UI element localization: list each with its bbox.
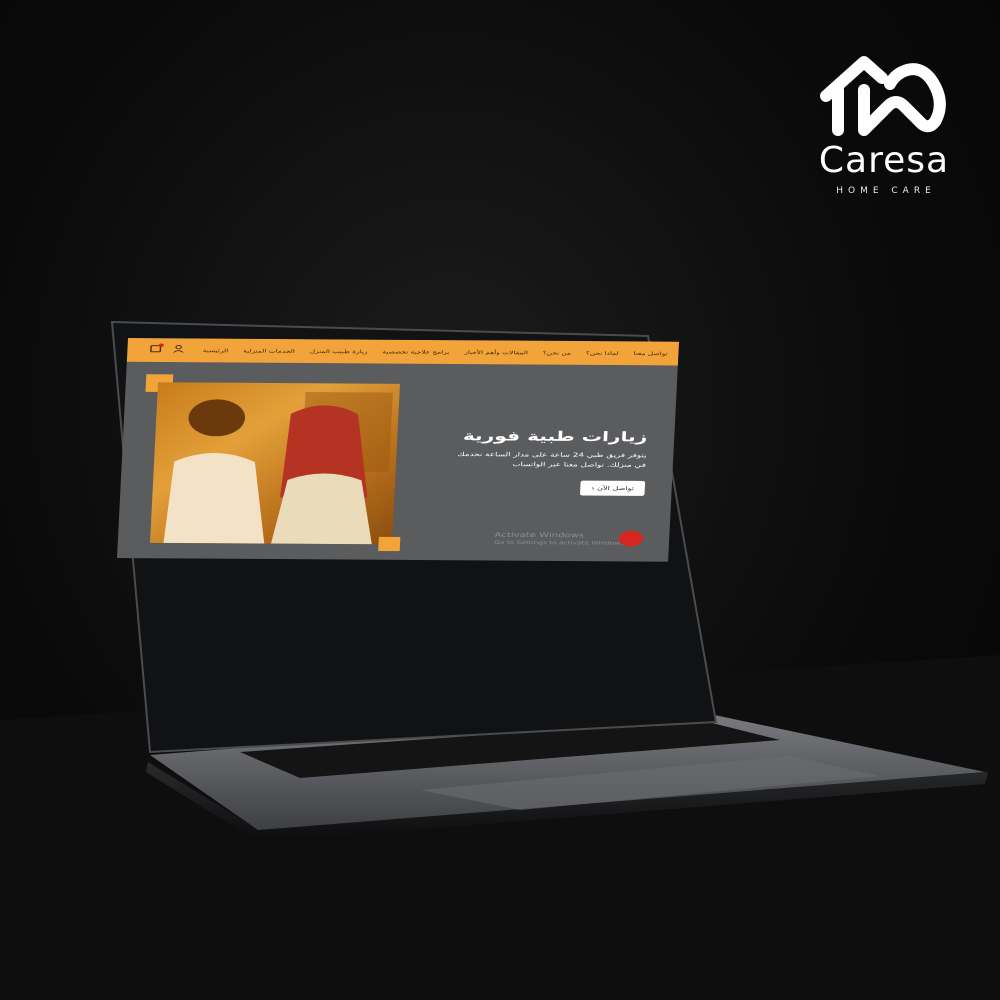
hero-text: زيارات طبية فورية يتوفر فريق طبي 24 ساعة… (443, 428, 648, 496)
nav-item-articles[interactable]: المقالات وأهم الأخبار (464, 349, 528, 355)
nav-item-home[interactable]: الرئيسية (203, 348, 229, 354)
nav-item-home-services[interactable]: الخدمات المنزلية (243, 348, 295, 354)
notification-badge (158, 343, 165, 348)
user-icon[interactable] (173, 345, 184, 353)
hero-image (150, 382, 400, 545)
site-navbar: الرئيسية الخدمات المنزلية زيارة طبيب الم… (126, 338, 680, 366)
nav-item-about[interactable]: من نحن؟ (543, 350, 572, 356)
contact-now-label: تواصل الآن (596, 485, 635, 492)
nav-icons (150, 343, 184, 353)
nav-item-contact[interactable]: تواصل معنا (633, 350, 667, 356)
hero-description: يتوفر فريق طبي 24 ساعة على مدار الساعة ن… (457, 451, 647, 469)
doctor-patient-illustration (163, 392, 393, 545)
nav-menu: الرئيسية الخدمات المنزلية زيارة طبيب الم… (202, 339, 668, 366)
calendar-icon[interactable] (150, 343, 165, 353)
nav-item-programs[interactable]: برامج علاجية تخصصية (382, 349, 449, 355)
nav-item-doctor-visit[interactable]: زيارة طبيب المنزل (310, 348, 368, 354)
contact-now-button[interactable]: تواصل الآن ‹ (580, 480, 646, 496)
hero-title: زيارات طبية فورية (462, 428, 648, 445)
accent-square (378, 536, 401, 552)
nav-item-why-us[interactable]: لماذا نحن؟ (586, 350, 619, 356)
chat-icon[interactable] (618, 530, 644, 547)
activate-windows-title: Activate Windows (494, 530, 585, 540)
activate-windows-subtitle: Go to Settings to activate Windows (494, 539, 625, 546)
chevron-left-icon: ‹ (591, 485, 595, 492)
laptop-screen: الرئيسية الخدمات المنزلية زيارة طبيب الم… (117, 338, 680, 562)
